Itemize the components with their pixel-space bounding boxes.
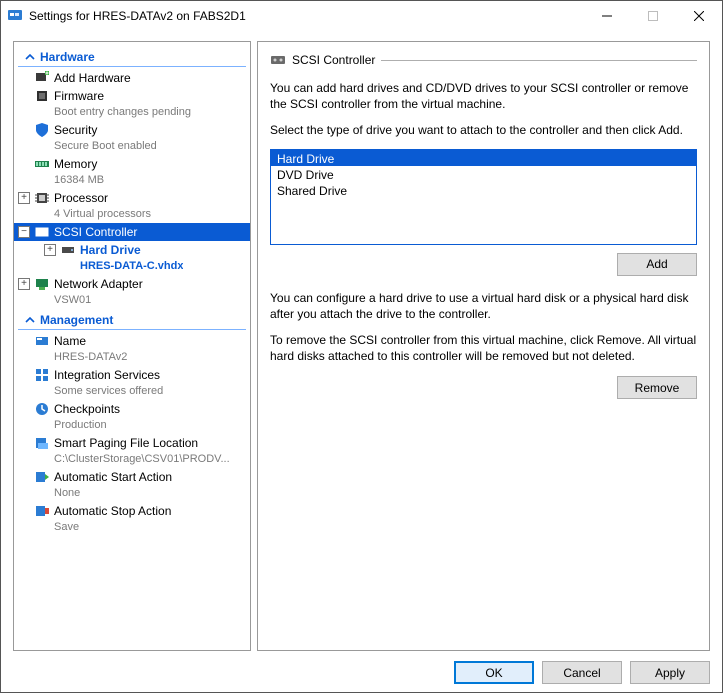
group-header: SCSI Controller bbox=[270, 52, 697, 68]
tree-item-auto-stop[interactable]: Automatic Stop Action Save bbox=[14, 502, 250, 536]
tree-item-network-adapter[interactable]: + Network Adapter VSW01 bbox=[14, 275, 250, 309]
chip-icon bbox=[34, 88, 50, 104]
tree-item-label: Memory bbox=[54, 156, 104, 172]
tree-item-processor[interactable]: + Processor 4 Virtual processors bbox=[14, 189, 250, 223]
section-hardware[interactable]: Hardware bbox=[18, 48, 246, 67]
ok-button[interactable]: OK bbox=[454, 661, 534, 684]
stop-action-icon bbox=[34, 503, 50, 519]
start-action-icon bbox=[34, 469, 50, 485]
tree-item-label: Checkpoints bbox=[54, 401, 120, 417]
expand-icon[interactable]: + bbox=[18, 278, 30, 290]
tree-item-label: Network Adapter bbox=[54, 276, 143, 292]
titlebar: Settings for HRES-DATAv2 on FABS2D1 bbox=[1, 1, 722, 31]
tree-item-label: Automatic Stop Action bbox=[54, 503, 171, 519]
app-icon bbox=[7, 8, 23, 24]
tree-item-checkpoints[interactable]: Checkpoints Production bbox=[14, 400, 250, 434]
section-management-label: Management bbox=[40, 313, 113, 327]
dialog-buttons: OK Cancel Apply bbox=[13, 657, 710, 684]
chevron-up-icon bbox=[24, 51, 36, 63]
tree-item-firmware[interactable]: Firmware Boot entry changes pending bbox=[14, 87, 250, 121]
tree-item-label: Automatic Start Action bbox=[54, 469, 172, 485]
section-hardware-label: Hardware bbox=[40, 50, 95, 64]
hard-drive-icon bbox=[60, 242, 76, 258]
window-title: Settings for HRES-DATAv2 on FABS2D1 bbox=[29, 9, 246, 23]
tree-item-sublabel: C:\ClusterStorage\CSV01\PRODV... bbox=[54, 451, 230, 467]
tree-item-sublabel: None bbox=[54, 485, 172, 501]
description-3: You can configure a hard drive to use a … bbox=[270, 290, 697, 322]
settings-window: Settings for HRES-DATAv2 on FABS2D1 bbox=[0, 0, 723, 693]
maximize-button[interactable] bbox=[630, 1, 676, 31]
tree-item-sublabel: 4 Virtual processors bbox=[54, 206, 151, 222]
minimize-button[interactable] bbox=[584, 1, 630, 31]
tree-item-label: Security bbox=[54, 122, 157, 138]
option-shared-drive[interactable]: Shared Drive bbox=[271, 182, 696, 198]
tree-item-label: SCSI Controller bbox=[54, 224, 137, 240]
remove-button[interactable]: Remove bbox=[617, 376, 697, 399]
description-1: You can add hard drives and CD/DVD drive… bbox=[270, 80, 697, 112]
tree-item-sublabel: Save bbox=[54, 519, 171, 535]
apply-button[interactable]: Apply bbox=[630, 661, 710, 684]
chevron-up-icon bbox=[24, 314, 36, 326]
tree-item-sublabel: Boot entry changes pending bbox=[54, 104, 191, 120]
tree-item-label: Processor bbox=[54, 190, 151, 206]
tree-item-label: Add Hardware bbox=[54, 70, 131, 86]
memory-icon bbox=[34, 156, 50, 172]
add-button[interactable]: Add bbox=[617, 253, 697, 276]
tree-item-integration[interactable]: Integration Services Some services offer… bbox=[14, 366, 250, 400]
drive-type-listbox[interactable]: Hard Drive DVD Drive Shared Drive bbox=[270, 149, 697, 245]
services-icon bbox=[34, 367, 50, 383]
tree-item-label: Integration Services bbox=[54, 367, 163, 383]
tree-item-name[interactable]: Name HRES-DATAv2 bbox=[14, 332, 250, 366]
tree-item-add-hardware[interactable]: Add Hardware bbox=[14, 69, 250, 87]
cancel-button[interactable]: Cancel bbox=[542, 661, 622, 684]
content-area: Hardware Add Hardware bbox=[1, 31, 722, 692]
expand-icon[interactable]: + bbox=[18, 192, 30, 204]
tree-item-scsi-controller[interactable]: − SCSI Controller bbox=[14, 223, 250, 241]
processor-icon bbox=[34, 190, 50, 206]
expand-icon[interactable]: + bbox=[44, 244, 56, 256]
tree-item-auto-start[interactable]: Automatic Start Action None bbox=[14, 468, 250, 502]
tree-item-smart-paging[interactable]: Smart Paging File Location C:\ClusterSto… bbox=[14, 434, 250, 468]
option-hard-drive[interactable]: Hard Drive bbox=[271, 150, 696, 166]
network-icon bbox=[34, 276, 50, 292]
tree-item-label: Name bbox=[54, 333, 127, 349]
description-4: To remove the SCSI controller from this … bbox=[270, 332, 697, 364]
group-title: SCSI Controller bbox=[292, 53, 375, 67]
window-controls bbox=[584, 1, 722, 31]
tree-item-sublabel: Some services offered bbox=[54, 383, 163, 399]
controller-icon bbox=[34, 224, 50, 240]
detail-pane: SCSI Controller You can add hard drives … bbox=[257, 41, 710, 651]
shield-icon bbox=[34, 122, 50, 138]
tree-item-hard-drive[interactable]: + Hard Drive HRES-DATA-C.vhdx bbox=[14, 241, 250, 275]
section-management[interactable]: Management bbox=[18, 311, 246, 330]
close-button[interactable] bbox=[676, 1, 722, 31]
collapse-icon[interactable]: − bbox=[18, 226, 30, 238]
tree-item-sublabel: HRES-DATAv2 bbox=[54, 349, 127, 365]
settings-tree[interactable]: Hardware Add Hardware bbox=[13, 41, 251, 651]
tree-item-sublabel: VSW01 bbox=[54, 292, 143, 308]
tag-icon bbox=[34, 333, 50, 349]
tree-item-security[interactable]: Security Secure Boot enabled bbox=[14, 121, 250, 155]
add-hardware-icon bbox=[34, 70, 50, 86]
description-2: Select the type of drive you want to att… bbox=[270, 122, 697, 138]
tree-item-label: Hard Drive bbox=[80, 242, 183, 258]
checkpoint-icon bbox=[34, 401, 50, 417]
tree-item-label: Smart Paging File Location bbox=[54, 435, 230, 451]
tree-item-sublabel: 16384 MB bbox=[54, 172, 104, 188]
tree-item-memory[interactable]: Memory 16384 MB bbox=[14, 155, 250, 189]
tree-item-sublabel: HRES-DATA-C.vhdx bbox=[80, 258, 183, 274]
tree-item-sublabel: Secure Boot enabled bbox=[54, 138, 157, 154]
folder-icon bbox=[34, 435, 50, 451]
tree-item-sublabel: Production bbox=[54, 417, 120, 433]
tree-item-label: Firmware bbox=[54, 88, 191, 104]
option-dvd-drive[interactable]: DVD Drive bbox=[271, 166, 696, 182]
controller-icon bbox=[270, 52, 286, 68]
